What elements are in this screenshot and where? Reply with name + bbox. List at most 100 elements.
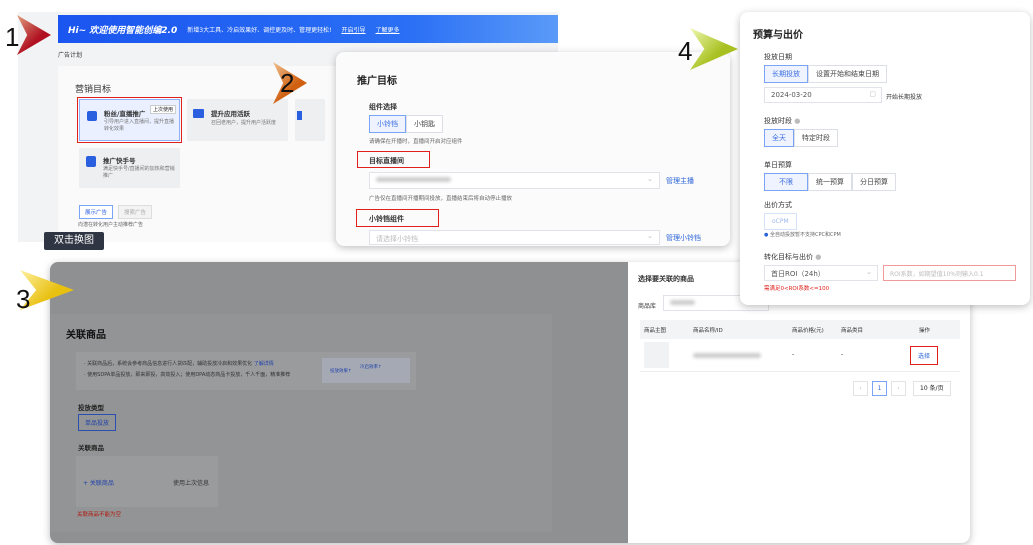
panel-promotion-target: 推广目标 组件选择 小铃铛 小钥匙 请确保在开播时，直播间开启对应组件 目标直播… [336, 52, 730, 246]
bid-info: ● 全自动投放暂不支持CPC和CPM [764, 232, 841, 238]
banner-desc: 新增3大工具、冷启效果好、调控更及时、管理更轻松! [187, 26, 332, 34]
option-all-day[interactable]: 全天 [764, 129, 794, 147]
section-title: 预算与出价 [753, 30, 803, 41]
date-label: 投放日期 [764, 53, 792, 61]
banner-effect: 投放效果↑ [330, 369, 352, 374]
roi-input[interactable]: ROI系数，如期望值10%则输入0.1 [883, 265, 1016, 281]
ocpm-button: oCPM [764, 213, 797, 230]
option-unlimited[interactable]: 不限 [764, 173, 808, 191]
use-last-info[interactable]: 使用上次信息 [173, 478, 209, 487]
drawer-title: 选择要关联的商品 [638, 275, 694, 283]
step-2-number: 2 [280, 68, 295, 98]
learn-more-link[interactable]: 了解详情 [254, 361, 274, 367]
option-specific-period[interactable]: 特定时段 [794, 129, 838, 147]
monitor-icon [193, 109, 204, 118]
single-product-button[interactable]: 单品投放 [78, 414, 117, 431]
budget-label: 单日预算 [764, 161, 792, 169]
product-table: 商品主图 商品名称/ID 商品价格(元) 商品类目 操作 - - 选择 [640, 320, 960, 372]
goal-select[interactable]: 首日ROI（24h） ⌄ [764, 265, 878, 281]
manage-live-link[interactable]: 管理主播 [666, 176, 694, 186]
goal-card-app[interactable]: 提升应用活跃 召回老用户，提升用户活跃度 [187, 99, 288, 141]
product-label: 关联商品 [78, 444, 104, 452]
banner-guide-link[interactable]: 开启引导 [341, 25, 365, 34]
search-ad-button[interactable]: 搜索广告 [118, 205, 153, 219]
section-title: 关联商品 [66, 330, 106, 341]
live-label: 目标直播间 [369, 157, 404, 165]
video-icon [87, 111, 97, 121]
live-room-select[interactable]: ⌄ [369, 172, 660, 189]
page-size-select[interactable]: 10 条/页 [913, 381, 951, 396]
info-icon: ● [764, 232, 769, 238]
table-row: - - 选择 [640, 339, 960, 372]
tip-line-1: · 关联商品后，系统会参考商品信息进行人货匹配，辅助投放冷启和效果优化 [84, 361, 253, 367]
product-price: - [792, 351, 795, 358]
option-key[interactable]: 小钥匙 [406, 115, 443, 133]
option-set-dates[interactable]: 设置开始和结束日期 [808, 65, 887, 83]
card-title: 提升应用活跃 [211, 110, 250, 118]
tip-banner: 投放效果↑ 冷启效率↑ [322, 358, 410, 383]
option-long-term[interactable]: 长期投放 [764, 65, 808, 83]
goal-card-live[interactable]: 粉丝/直播推广 上次使用 引导用户进入直播间，提升直播转化效果 [79, 99, 180, 141]
banner-more-link[interactable]: 了解更多 [376, 25, 400, 34]
next-page-button[interactable]: › [891, 381, 906, 396]
col-price: 商品价格(元) [792, 328, 824, 334]
table-header: 商品主图 商品名称/ID 商品价格(元) 商品类目 操作 [640, 320, 960, 339]
budget-segment: 不限 统一预算 分日预算 [764, 173, 896, 191]
select-product-button[interactable]: 选择 [910, 346, 939, 365]
prev-page-button[interactable]: ‹ [853, 381, 868, 396]
component-segment: 小铃铛 小钥匙 [369, 115, 443, 133]
last-used-badge: 上次使用 [149, 105, 176, 114]
start-date-value: 2024-03-20 [771, 91, 812, 99]
goal-value: 首日ROI（24h） [771, 270, 825, 278]
step-3-number: 3 [16, 284, 31, 314]
chevron-down-icon: ⌄ [866, 268, 872, 276]
step-4-number: 4 [678, 36, 693, 66]
banner-title: Hi~ 欢迎使用智能创编2.0 [68, 25, 178, 36]
date-hint: 开始长期投放 [886, 94, 923, 101]
col-action: 操作 [919, 328, 931, 334]
section-title: 营销目标 [75, 85, 112, 95]
tip-box: · 关联商品后，系统会参考商品信息进行人货匹配，辅助投放冷启和效果优化 了解详情… [76, 352, 416, 390]
bid-label: 出价方式 [764, 201, 792, 209]
roi-error: 需满足0<ROI系数<=100 [764, 286, 830, 292]
card-desc: 召回老用户，提升用户活跃度 [211, 120, 277, 126]
card-desc: 引导用户进入直播间，提升直播转化效果 [104, 119, 175, 132]
account-icon [86, 156, 96, 167]
option-daily-budget[interactable]: 分日预算 [852, 173, 896, 191]
option-unified-budget[interactable]: 统一预算 [808, 173, 852, 191]
breadcrumb: 广告计划 [58, 52, 83, 59]
bell-label: 小铃铛组件 [369, 215, 404, 223]
type-label: 投放类型 [78, 404, 104, 412]
page-1[interactable]: 1 [872, 381, 887, 396]
bell-placeholder: 请选择小铃铛 [376, 235, 418, 243]
component-hint: 请确保在开播时，直播间开启对应组件 [369, 139, 463, 145]
card-desc: 满足快手号/直播间的加热和营销推广 [103, 166, 175, 179]
option-bell[interactable]: 小铃铛 [369, 115, 406, 133]
display-ad-button[interactable]: 展示广告 [79, 205, 114, 219]
manage-bell-link[interactable]: 管理小铃铛 [666, 233, 701, 243]
welcome-banner: Hi~ 欢迎使用智能创编2.0 新增3大工具、冷启效果好、调控更及时、管理更轻松… [58, 15, 558, 43]
add-product-link[interactable]: + 关联商品 [83, 478, 114, 487]
roi-placeholder: ROI系数，如期望值10%则输入0.1 [890, 271, 984, 278]
swap-image-tag[interactable]: 双击换图 [44, 232, 104, 250]
component-label: 组件选择 [369, 103, 397, 111]
bell-select[interactable]: 请选择小铃铛 ⌄ [369, 230, 660, 245]
goal-card-kuaishou[interactable]: 推广快手号 满足快手号/直播间的加热和营销推广 [79, 148, 180, 188]
ad-type-hint: 向潜在转化用户主动推荐广告 [78, 222, 144, 228]
product-category: - [841, 351, 844, 358]
card-title: 粉丝/直播推广 [104, 110, 146, 118]
panel-budget-bid: 预算与出价 投放日期 长期投放 设置开始和结束日期 2024-03-20 ▢ 开始… [740, 12, 1030, 305]
period-segment: 全天 特定时段 [764, 129, 838, 147]
banner-coldstart: 冷启效率↑ [360, 365, 382, 370]
start-date-input[interactable]: 2024-03-20 ▢ [764, 87, 882, 103]
col-category: 商品类目 [841, 328, 864, 334]
period-label: 投放时段 ● [764, 117, 801, 125]
goal-label: 转化目标与出价 ● [764, 253, 822, 261]
error-text: 关联商品不能为空 [77, 512, 122, 518]
tip-line-2: · 使用SDPA单品投放，即来即投，高效投入；使用DPA动态商品卡投放，千人千面… [84, 372, 291, 378]
goal-card-more[interactable] [295, 99, 325, 141]
image-placeholder-icon [644, 342, 669, 368]
card-title: 推广快手号 [103, 157, 136, 165]
help-icon: ● [815, 253, 822, 261]
date-segment: 长期投放 设置开始和结束日期 [764, 65, 887, 83]
